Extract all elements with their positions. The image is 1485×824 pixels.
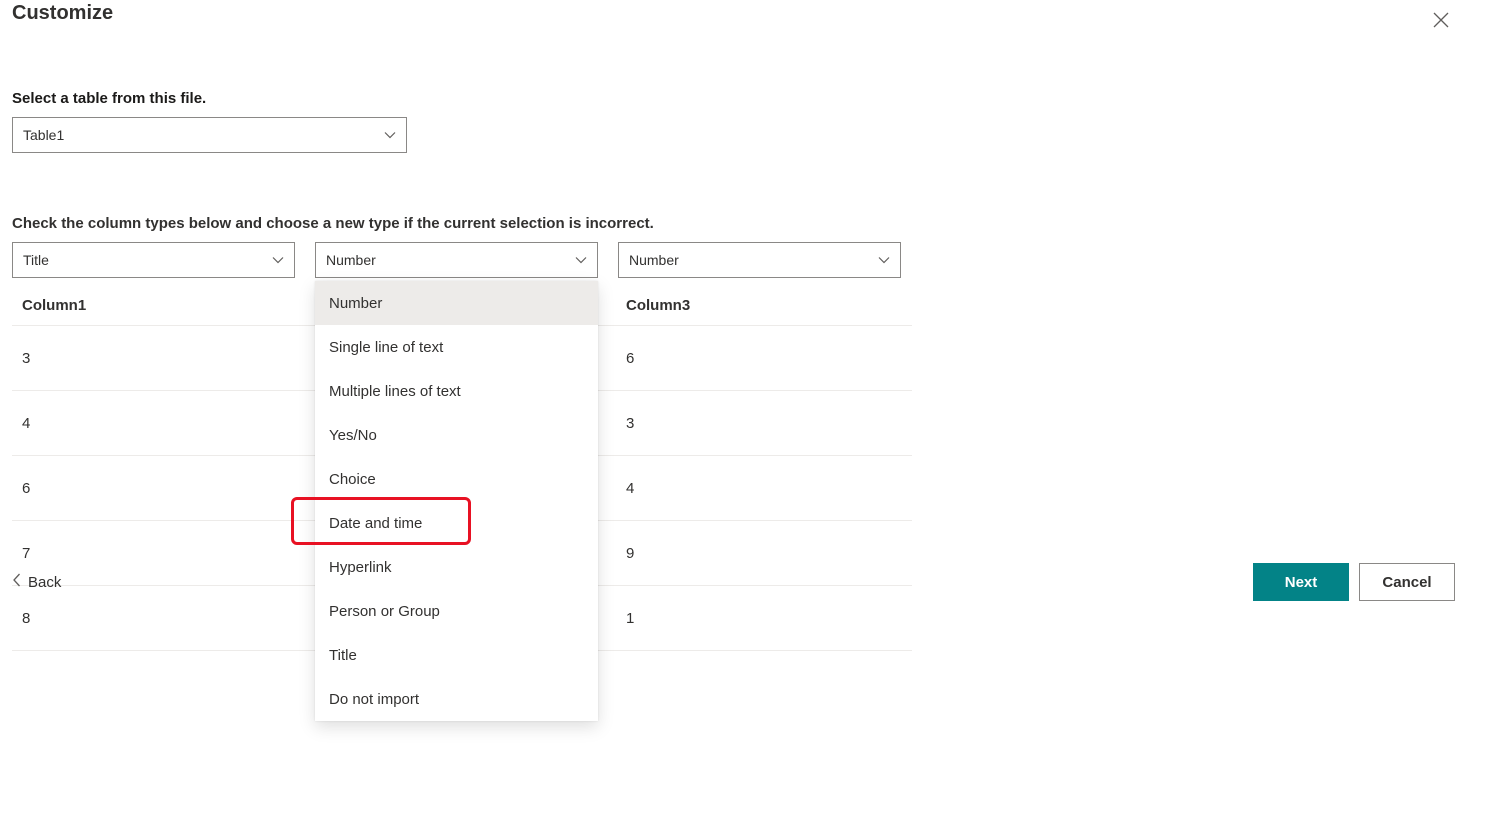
column3-type-dropdown[interactable]: Number xyxy=(618,242,901,278)
menu-item-number[interactable]: Number xyxy=(315,281,598,325)
menu-item-yes-no[interactable]: Yes/No xyxy=(315,413,598,457)
select-table-label: Select a table from this file. xyxy=(12,90,1473,107)
table-cell: 8 xyxy=(12,610,312,627)
back-button[interactable]: Back xyxy=(12,573,61,591)
menu-item-do-not-import[interactable]: Do not import xyxy=(315,677,598,721)
menu-item-date-time[interactable]: Date and time xyxy=(315,501,598,545)
table-cell: 7 xyxy=(12,545,312,562)
back-label: Back xyxy=(28,574,61,591)
column-header: Column3 xyxy=(612,297,912,314)
cancel-button[interactable]: Cancel xyxy=(1359,563,1455,601)
menu-item-choice[interactable]: Choice xyxy=(315,457,598,501)
table-cell: 3 xyxy=(12,350,312,367)
column-type-instruction: Check the column types below and choose … xyxy=(12,215,1473,232)
menu-item-single-line[interactable]: Single line of text xyxy=(315,325,598,369)
column2-type-value: Number xyxy=(326,252,376,268)
chevron-down-icon xyxy=(384,129,396,141)
close-button[interactable] xyxy=(1429,8,1453,32)
dialog-title: Customize xyxy=(12,2,113,25)
chevron-down-icon xyxy=(878,254,890,266)
column-type-menu: Number Single line of text Multiple line… xyxy=(315,281,598,721)
chevron-down-icon xyxy=(575,254,587,266)
menu-item-person-group[interactable]: Person or Group xyxy=(315,589,598,633)
column-header: Column1 xyxy=(12,297,312,314)
column2-type-dropdown[interactable]: Number xyxy=(315,242,598,278)
chevron-down-icon xyxy=(272,254,284,266)
menu-item-multiple-lines[interactable]: Multiple lines of text xyxy=(315,369,598,413)
table-cell: 9 xyxy=(612,545,912,562)
table-cell: 4 xyxy=(612,480,912,497)
table-select-value: Table1 xyxy=(23,127,64,143)
table-cell: 4 xyxy=(12,415,312,432)
next-button[interactable]: Next xyxy=(1253,563,1349,601)
column1-type-dropdown[interactable]: Title xyxy=(12,242,295,278)
table-cell: 6 xyxy=(12,480,312,497)
close-icon xyxy=(1433,12,1449,28)
chevron-left-icon xyxy=(12,573,22,591)
table-select-dropdown[interactable]: Table1 xyxy=(12,117,407,153)
table-cell: 1 xyxy=(612,610,912,627)
table-cell: 3 xyxy=(612,415,912,432)
menu-item-hyperlink[interactable]: Hyperlink xyxy=(315,545,598,589)
menu-item-title[interactable]: Title xyxy=(315,633,598,677)
table-cell: 6 xyxy=(612,350,912,367)
column3-type-value: Number xyxy=(629,252,679,268)
column1-type-value: Title xyxy=(23,252,49,268)
